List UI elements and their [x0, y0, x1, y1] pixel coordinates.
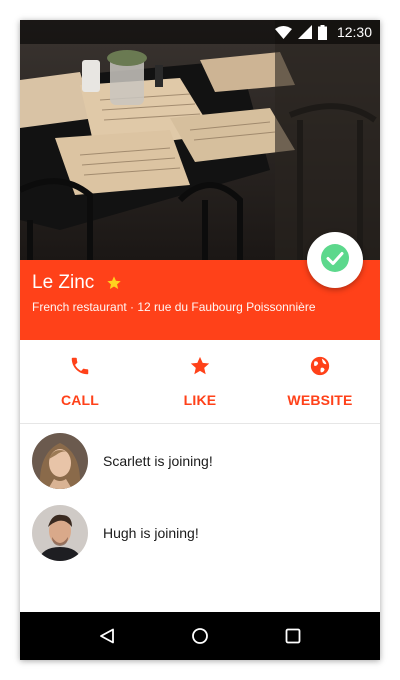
battery-icon [317, 24, 327, 40]
status-bar: 12:30 [20, 20, 380, 44]
star-icon [189, 354, 211, 378]
avatar [32, 433, 88, 489]
back-icon[interactable] [87, 616, 127, 656]
call-label: CALL [60, 392, 100, 408]
action-row: CALL LIKE WEBSITE [20, 340, 380, 424]
restaurant-photo [20, 20, 380, 260]
avatar [32, 505, 88, 561]
list-item[interactable]: Hugh is joining! [20, 497, 380, 569]
navigation-bar [20, 612, 380, 660]
like-button[interactable]: LIKE [140, 340, 260, 423]
people-list: Scarlett is joining! Hugh is joining! [20, 425, 380, 569]
check-in-button[interactable] [307, 232, 363, 288]
wifi-icon [274, 25, 292, 39]
website-button[interactable]: WEBSITE [260, 340, 380, 423]
list-item[interactable]: Scarlett is joining! [20, 425, 380, 497]
website-label: WEBSITE [287, 392, 353, 408]
globe-icon [309, 354, 331, 378]
phone-icon [69, 354, 91, 378]
place-description: French restaurant · 12 rue du Faubourg P… [32, 300, 316, 314]
like-label: LIKE [183, 392, 217, 408]
check-circle-icon [320, 243, 350, 278]
recents-icon[interactable] [273, 616, 313, 656]
home-icon[interactable] [180, 616, 220, 656]
list-item-text: Scarlett is joining! [103, 453, 213, 469]
signal-icon [297, 25, 312, 39]
call-button[interactable]: CALL [20, 340, 140, 423]
clock: 12:30 [336, 24, 372, 40]
list-item-text: Hugh is joining! [103, 525, 199, 541]
place-title: Le Zinc [32, 272, 95, 293]
phone-screen: 12:30 Le Zinc French restaurant · 12 rue… [20, 20, 380, 660]
star-icon [106, 275, 122, 291]
